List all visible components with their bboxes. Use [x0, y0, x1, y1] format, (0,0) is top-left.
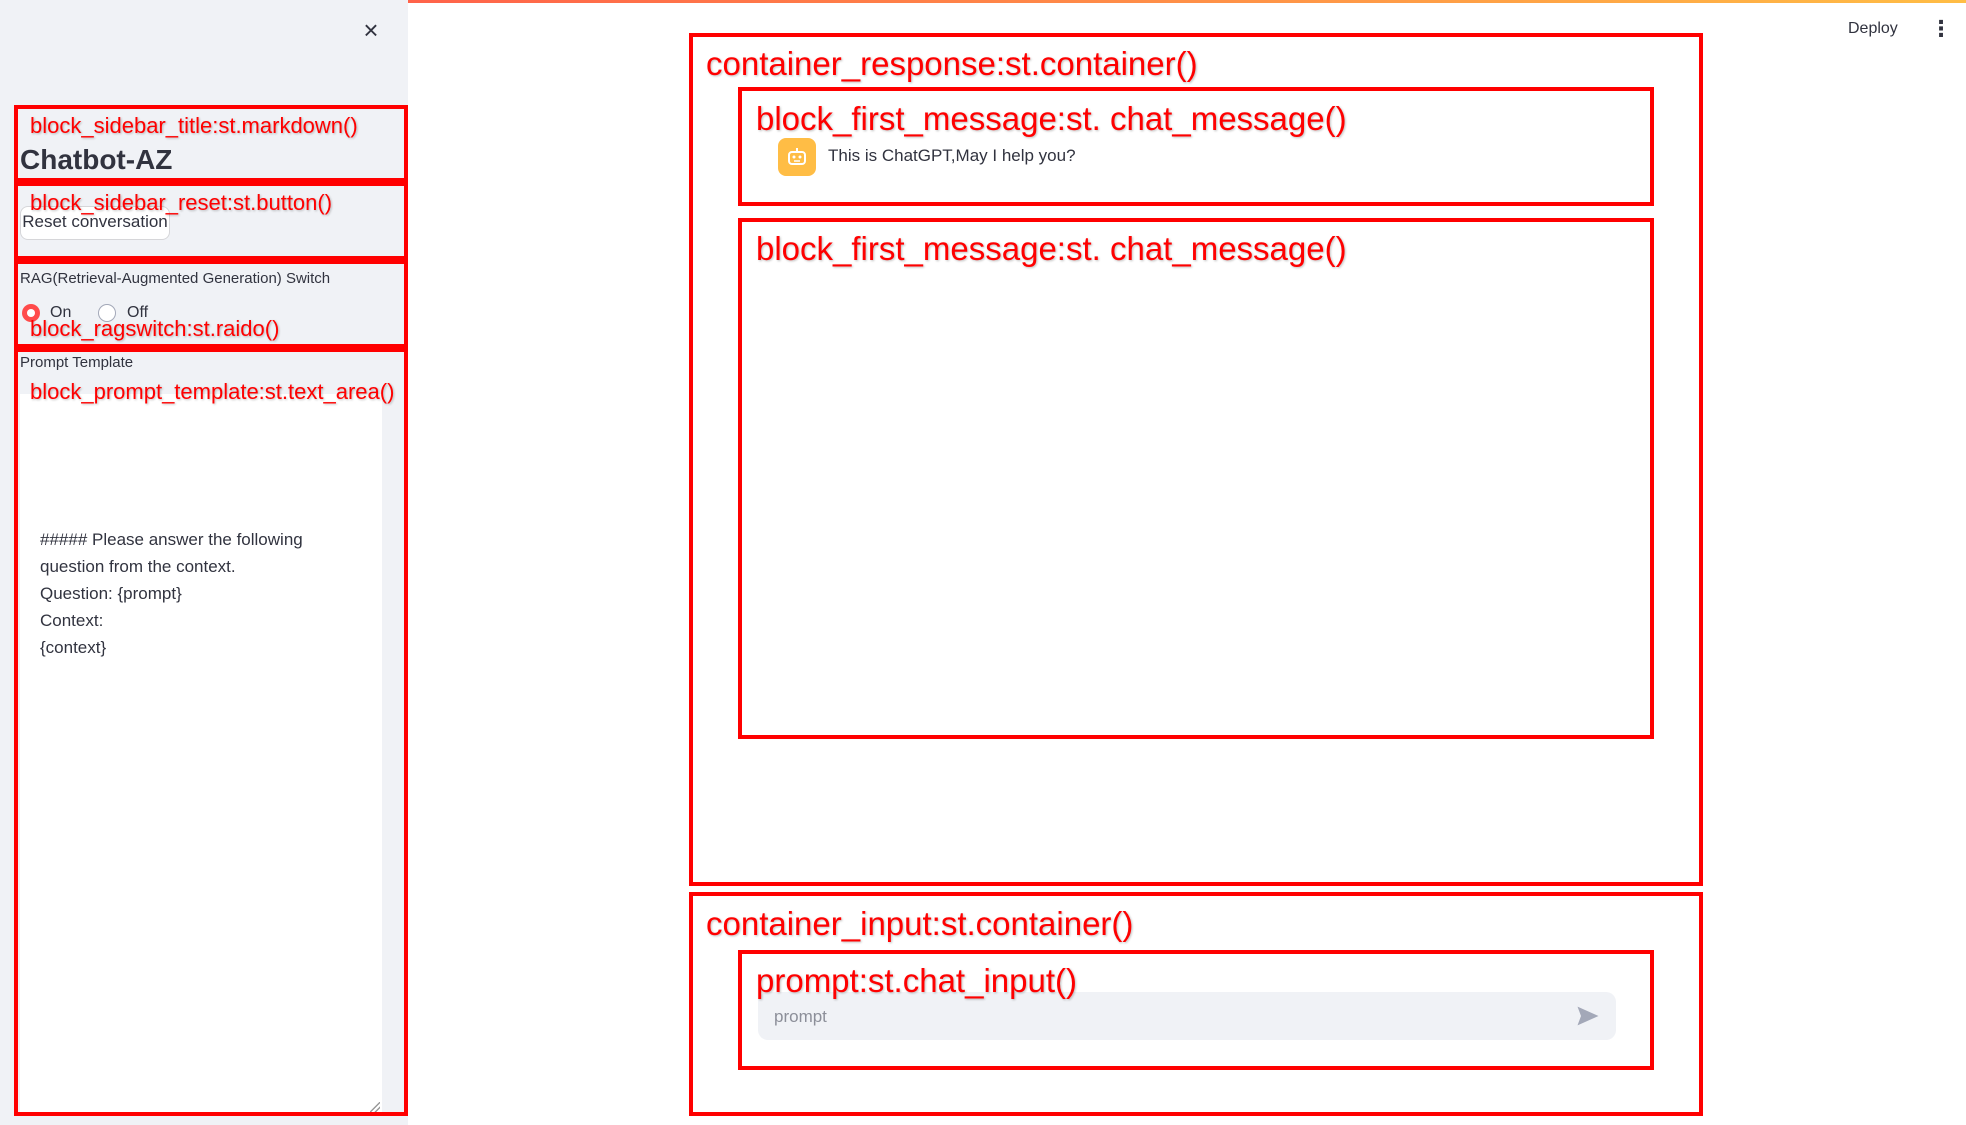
anno-label-prompt: prompt:st.chat_input() [756, 962, 1077, 999]
anno-box-second-message [738, 218, 1654, 739]
anno-label-container-input: container_input:st.container() [706, 905, 1134, 942]
deploy-button[interactable]: Deploy [1848, 20, 1898, 38]
anno-label-ragswitch: block_ragswitch:st.raido() [30, 316, 280, 341]
anno-label-sidebar-title: block_sidebar_title:st.markdown() [30, 113, 358, 138]
close-icon[interactable]: × [355, 14, 387, 46]
anno-label-first-message: block_first_message:st. chat_message() [756, 100, 1347, 137]
anno-label-sidebar-reset: block_sidebar_reset:st.button() [30, 190, 333, 215]
kebab-menu-icon[interactable]: ⋮ [1930, 16, 1952, 42]
anno-label-container-response: container_response:st.container() [706, 45, 1198, 82]
anno-label-second-message: block_first_message:st. chat_message() [756, 230, 1347, 267]
anno-label-prompt-template: block_prompt_template:st.text_area() [30, 379, 395, 404]
anno-box-prompt-template [14, 348, 408, 1116]
